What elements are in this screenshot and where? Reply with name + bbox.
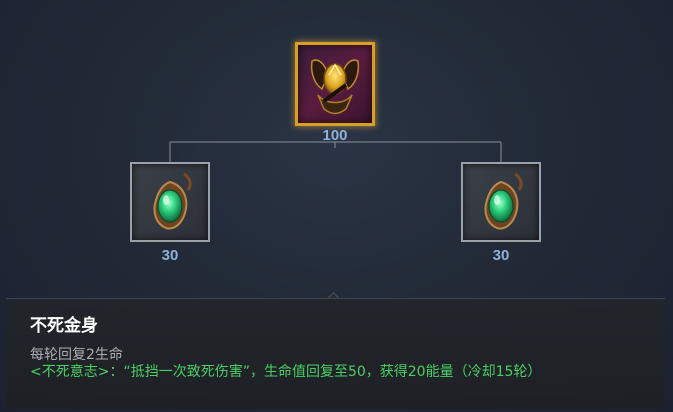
item-stat: 每轮回复2生命 bbox=[30, 347, 123, 363]
item-details-panel: 不死金身 每轮回复2生命 <不死意志>：“抵挡一次致死伤害”，生命值回复至50，… bbox=[6, 298, 665, 409]
item-upgrade-tree: 100 30 30 bbox=[0, 0, 673, 290]
left-item-cost: 30 bbox=[161, 247, 179, 264]
right-item-cost: 30 bbox=[492, 247, 510, 264]
green-gem-amulet-icon bbox=[153, 172, 192, 230]
golden-winged-crest-icon bbox=[310, 59, 360, 115]
right-item-slot[interactable] bbox=[461, 162, 541, 242]
item-passive-description: <不死意志>：“抵挡一次致死伤害”，生命值回复至50，获得20能量（冷却15轮） bbox=[30, 364, 542, 380]
left-item-slot[interactable] bbox=[130, 162, 210, 242]
item-name: 不死金身 bbox=[30, 316, 98, 336]
top-item-slot[interactable] bbox=[295, 42, 375, 126]
green-gem-amulet-icon bbox=[484, 172, 523, 230]
top-item-cost: 100 bbox=[322, 127, 348, 144]
